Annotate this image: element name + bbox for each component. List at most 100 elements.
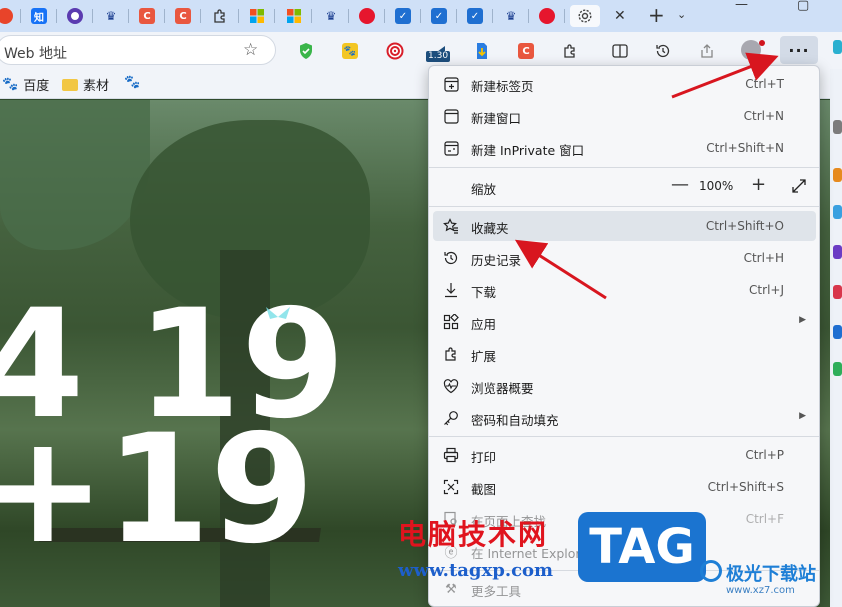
menu-item-new-window[interactable]: 新建窗口 Ctrl+N bbox=[433, 101, 816, 131]
check-shield-icon: ✓ bbox=[467, 8, 483, 24]
split-screen-icon[interactable] bbox=[610, 41, 630, 61]
menu-item-zoom: 缩放 — 100% + bbox=[433, 172, 816, 202]
c-app-icon: C bbox=[175, 8, 191, 24]
share-icon[interactable] bbox=[697, 41, 717, 61]
tab[interactable] bbox=[281, 5, 307, 27]
tab[interactable] bbox=[244, 5, 270, 27]
tab[interactable]: ♛ bbox=[498, 5, 524, 27]
menu-item-new-inprivate-window[interactable]: 新建 InPrivate 窗口 Ctrl+Shift+N bbox=[433, 133, 816, 163]
active-tab[interactable] bbox=[570, 5, 600, 27]
butterfly-icon bbox=[266, 307, 290, 319]
tab-separator bbox=[384, 9, 385, 23]
crown-icon: ♛ bbox=[325, 9, 337, 23]
menu-item-screenshot[interactable]: 截图 Ctrl+Shift+S bbox=[433, 472, 816, 502]
tab-separator bbox=[456, 9, 457, 23]
crown-icon: ♛ bbox=[105, 9, 117, 23]
bookmark-item[interactable]: 🐾 百度 bbox=[2, 75, 49, 94]
tab[interactable] bbox=[207, 5, 233, 27]
weibo-icon bbox=[359, 8, 375, 24]
bookmark-item[interactable]: 🐾 bbox=[124, 75, 140, 90]
tab[interactable]: ✓ bbox=[426, 5, 452, 27]
weibo-icon bbox=[539, 8, 555, 24]
close-tab-icon[interactable]: ✕ bbox=[614, 8, 626, 24]
submenu-arrow-icon: ▶ bbox=[799, 411, 806, 421]
tab[interactable] bbox=[62, 5, 88, 27]
tab[interactable]: ✓ bbox=[390, 5, 416, 27]
fullscreen-icon[interactable] bbox=[791, 178, 807, 194]
watermark-site-name: 电脑技术网 bbox=[398, 518, 549, 551]
sidebar-tool-icon[interactable] bbox=[833, 362, 842, 376]
add-favorite-star-icon[interactable]: ☆ bbox=[243, 40, 258, 60]
tab[interactable]: 知 bbox=[26, 5, 52, 27]
menu-item-history[interactable]: 历史记录 Ctrl+H bbox=[433, 243, 816, 273]
menu-item-shortcut: Ctrl+Shift+O bbox=[705, 219, 784, 233]
tab[interactable]: C bbox=[134, 5, 160, 27]
maximize-icon[interactable]: ▢ bbox=[797, 0, 809, 13]
zoom-in-button[interactable]: + bbox=[751, 174, 766, 195]
menu-item-browser-essentials[interactable]: 浏览器概要 bbox=[433, 371, 816, 401]
adblock-shield-icon[interactable] bbox=[296, 41, 316, 61]
tab[interactable] bbox=[534, 5, 560, 27]
menu-item-label: 新建窗口 bbox=[471, 111, 522, 126]
menu-item-new-tab[interactable]: 新建标签页 Ctrl+T bbox=[433, 69, 816, 99]
sidebar-tool-icon[interactable] bbox=[833, 205, 842, 219]
watermark-xz-logo-icon bbox=[700, 560, 722, 582]
c-extension-icon[interactable]: C bbox=[516, 41, 536, 61]
address-placeholder[interactable]: Web 地址 bbox=[4, 43, 67, 63]
tab-separator bbox=[128, 9, 129, 23]
history-toolbar-icon[interactable] bbox=[653, 41, 673, 61]
menu-item-extensions[interactable]: 扩展 bbox=[433, 339, 816, 369]
menu-item-passwords-autofill[interactable]: 密码和自动填充 ▶ bbox=[433, 403, 816, 433]
tab[interactable] bbox=[0, 5, 18, 27]
menu-item-shortcut: Ctrl+F bbox=[745, 512, 784, 526]
tab[interactable] bbox=[354, 5, 380, 27]
menu-item-label: 截图 bbox=[471, 482, 497, 497]
profile-notification-dot bbox=[759, 40, 765, 46]
tab-separator bbox=[164, 9, 165, 23]
profile-avatar[interactable] bbox=[741, 40, 761, 60]
bookmark-folder[interactable]: 素材 bbox=[62, 75, 109, 94]
background-foliage bbox=[0, 100, 150, 250]
tab-separator bbox=[564, 9, 565, 23]
bookmark-label: 百度 bbox=[23, 79, 50, 94]
zoom-out-button[interactable]: — bbox=[671, 174, 689, 195]
extension-animal-icon[interactable]: 🐾 bbox=[340, 41, 360, 61]
menu-item-shortcut: Ctrl+T bbox=[745, 77, 784, 91]
download-extension-icon[interactable] bbox=[472, 41, 492, 61]
extensions-puzzle-icon[interactable] bbox=[560, 41, 580, 61]
menu-item-label: 历史记录 bbox=[471, 253, 522, 268]
minimize-icon[interactable]: — bbox=[735, 0, 748, 12]
address-bar[interactable]: Web 地址 ☆ bbox=[0, 35, 276, 65]
extension-badge: 1.30 bbox=[426, 51, 451, 62]
copilot-icon[interactable] bbox=[833, 40, 842, 54]
menu-item-apps[interactable]: 应用 ▶ bbox=[433, 307, 816, 337]
bookmark-label: 素材 bbox=[83, 79, 110, 94]
windows-icon bbox=[250, 9, 264, 23]
sidebar-tool-icon[interactable] bbox=[833, 168, 842, 182]
menu-item-label: 新建 InPrivate 窗口 bbox=[471, 143, 585, 158]
tab[interactable]: ♛ bbox=[318, 5, 344, 27]
menu-item-label: 应用 bbox=[471, 317, 497, 332]
tab-separator bbox=[492, 9, 493, 23]
sidebar-tool-icon[interactable] bbox=[833, 325, 842, 339]
menu-divider bbox=[429, 436, 819, 437]
settings-and-more-button[interactable]: ··· bbox=[780, 36, 818, 64]
menu-item-downloads[interactable]: 下载 Ctrl+J bbox=[433, 275, 816, 305]
tab[interactable]: ♛ bbox=[98, 5, 124, 27]
menu-item-label: 缩放 bbox=[471, 182, 497, 197]
c-app-icon: C bbox=[139, 8, 155, 24]
menu-item-favorites[interactable]: 收藏夹 Ctrl+Shift+O bbox=[433, 211, 816, 241]
purple-ring-icon bbox=[67, 8, 83, 24]
check-shield-icon: ✓ bbox=[395, 8, 411, 24]
tab[interactable]: C bbox=[170, 5, 196, 27]
target-icon[interactable] bbox=[385, 41, 405, 61]
tab[interactable]: ✓ bbox=[462, 5, 488, 27]
menu-item-print[interactable]: 打印 Ctrl+P bbox=[433, 440, 816, 470]
menu-item-label: 下载 bbox=[471, 285, 497, 300]
sidebar-tool-icon[interactable] bbox=[833, 245, 842, 259]
sidebar-tool-icon[interactable] bbox=[833, 120, 842, 134]
new-tab-icon bbox=[443, 76, 459, 92]
new-tab-button[interactable]: + bbox=[648, 3, 665, 27]
sidebar-tool-icon[interactable] bbox=[833, 285, 842, 299]
tab-list-chevron-icon[interactable]: ⌄ bbox=[677, 8, 686, 21]
